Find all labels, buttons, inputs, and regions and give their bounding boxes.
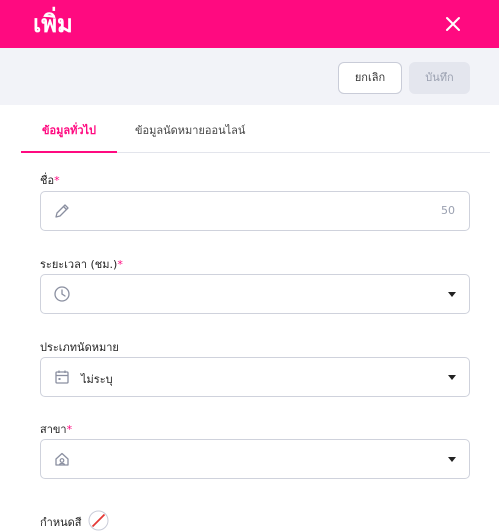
duration-label: ระยะเวลา (ชม.)* [40, 255, 123, 273]
save-button[interactable]: บันทึก [409, 62, 470, 94]
name-label: ชื่อ* [40, 171, 60, 189]
pencil-icon [55, 204, 69, 218]
char-counter: 50 [441, 204, 455, 217]
tab-bar: ข้อมูลทั่วไป ข้อมูลนัดหมายออนไลน์ [21, 105, 490, 153]
close-icon[interactable] [442, 13, 464, 35]
calendar-icon [55, 370, 69, 384]
dialog-header: เพิ่ม [0, 0, 499, 48]
chevron-down-icon [448, 457, 456, 462]
duration-select[interactable] [40, 274, 470, 314]
tab-online-appointment[interactable]: ข้อมูลนัดหมายออนไลน์ [135, 105, 255, 153]
duration-label-text: ระยะเวลา (ชม.) [40, 258, 118, 271]
no-color-icon[interactable] [88, 510, 109, 531]
required-mark: * [54, 174, 60, 187]
branch-label-text: สาขา [40, 423, 67, 436]
chevron-down-icon [448, 375, 456, 380]
appointment-type-value: ไม่ระบุ [81, 373, 113, 386]
clock-icon [54, 286, 70, 302]
chevron-down-icon [448, 292, 456, 297]
appointment-type-select[interactable]: ไม่ระบุ [40, 357, 470, 397]
branch-label: สาขา* [40, 420, 72, 438]
tab-general-info[interactable]: ข้อมูลทั่วไป [21, 105, 117, 153]
branch-select[interactable] [40, 439, 470, 479]
name-field[interactable]: 50 [40, 191, 470, 231]
cancel-button[interactable]: ยกเลิก [338, 62, 402, 94]
action-toolbar: ยกเลิก บันทึก [0, 48, 499, 105]
branch-icon [55, 452, 69, 466]
dialog-title: เพิ่ม [33, 10, 73, 38]
appointment-type-label: ประเภทนัดหมาย [40, 341, 119, 354]
color-label: กำหนดสี [40, 516, 82, 529]
name-label-text: ชื่อ [40, 174, 55, 187]
required-mark: * [117, 258, 123, 271]
required-mark: * [66, 423, 73, 436]
